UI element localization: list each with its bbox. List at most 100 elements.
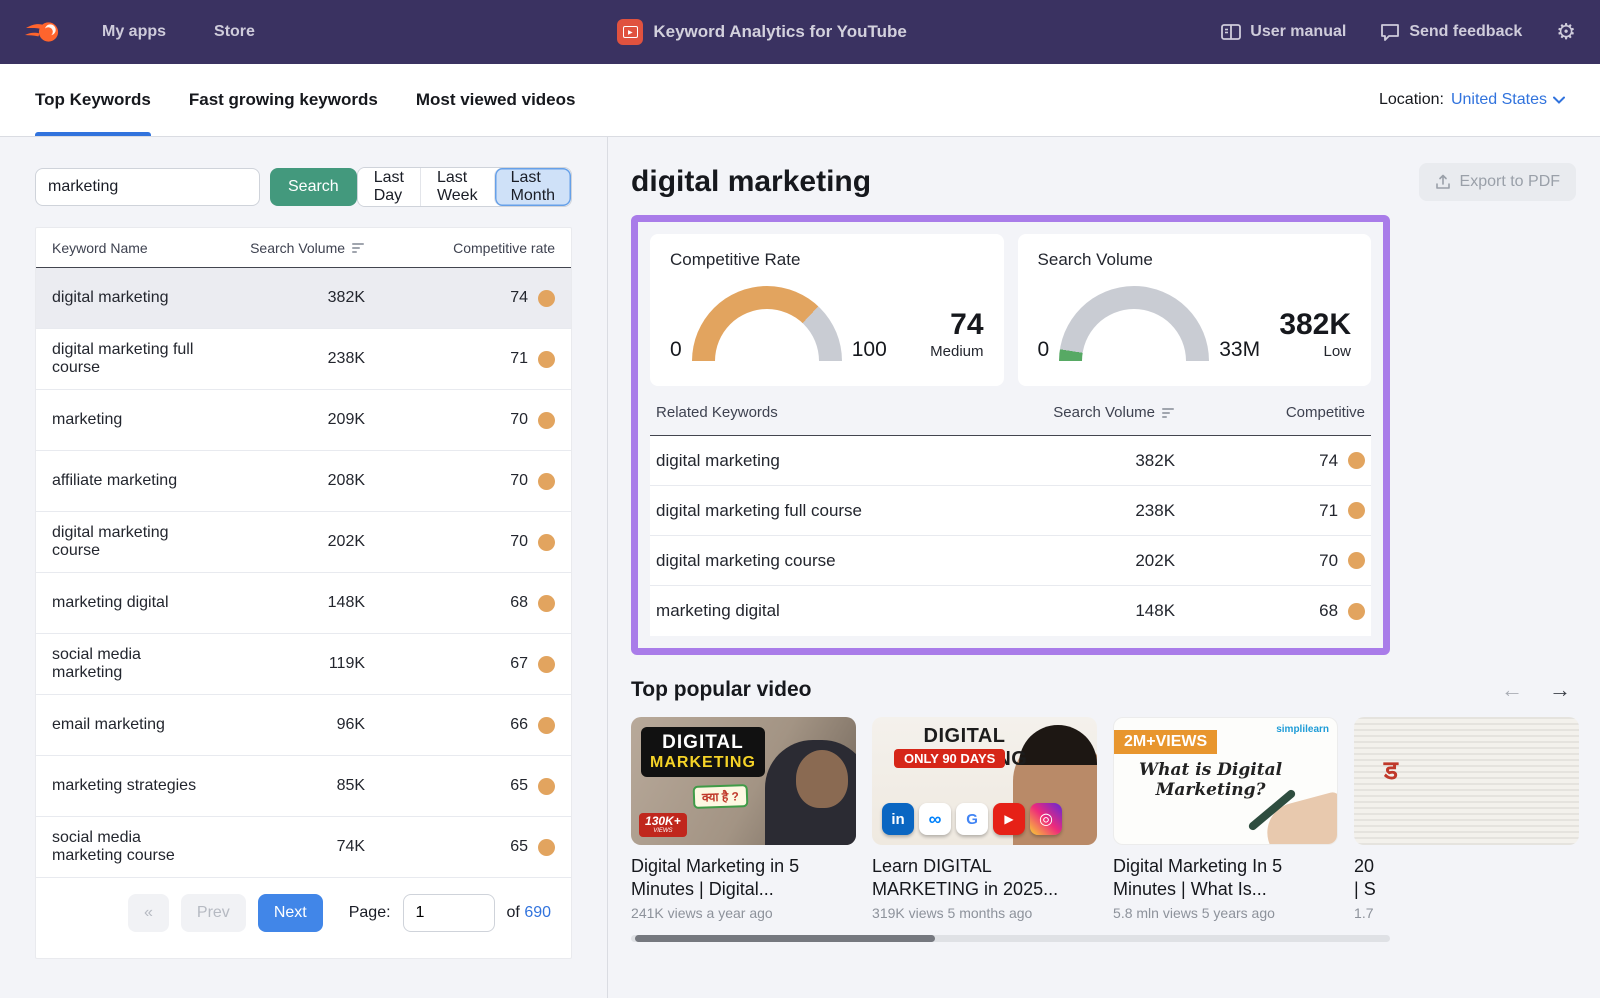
rate-dot	[538, 290, 555, 307]
keyword-cell: marketing	[52, 411, 215, 429]
table-row[interactable]: email marketing 96K 66	[36, 695, 571, 756]
rate-cell: 71	[510, 350, 528, 368]
table-row[interactable]: affiliate marketing 208K 70	[36, 451, 571, 512]
rate-cell: 70	[510, 472, 528, 490]
page-number-input[interactable]	[403, 894, 495, 932]
keyword-list-panel: Search Last Day Last Week Last Month Key…	[0, 137, 608, 998]
search-input[interactable]	[35, 168, 260, 206]
gauge-min: 0	[670, 339, 682, 362]
keyword-cell: digital marketing	[52, 289, 215, 307]
filter-last-month[interactable]: Last Month	[494, 168, 571, 206]
filter-last-week[interactable]: Last Week	[420, 168, 494, 206]
related-rate-cell: 74	[1319, 451, 1338, 471]
rate-dot	[538, 717, 555, 734]
semrush-logo[interactable]	[24, 19, 60, 45]
related-row[interactable]: digital marketing course 202K 70	[650, 536, 1371, 586]
table-row[interactable]: digital marketing course 202K 70	[36, 512, 571, 573]
keyword-cell: affiliate marketing	[52, 472, 215, 490]
user-manual-link[interactable]: User manual	[1221, 23, 1346, 41]
video-thumbnail: ड	[1354, 717, 1579, 845]
carousel-prev-icon[interactable]: ←	[1501, 677, 1523, 703]
tab-top-keywords[interactable]: Top Keywords	[35, 64, 151, 136]
volume-cell: 96K	[215, 716, 365, 734]
export-to-pdf-button[interactable]: Export to PDF	[1419, 163, 1576, 201]
user-manual-label: User manual	[1250, 23, 1346, 41]
table-row[interactable]: digital marketing 382K 74	[36, 268, 571, 329]
related-row[interactable]: marketing digital 148K 68	[650, 586, 1371, 636]
keyword-overview-highlight-box: Competitive Rate 0 100 74 Medi	[631, 215, 1390, 655]
scrollbar-thumb[interactable]	[635, 935, 935, 942]
rate-cell: 65	[510, 838, 528, 856]
video-title: Digital Marketing in 5 Minutes | Digital…	[631, 855, 856, 902]
table-row[interactable]: digital marketing full course 238K 71	[36, 329, 571, 390]
nav-store[interactable]: Store	[214, 23, 255, 41]
youtube-icon: ▶	[993, 803, 1025, 835]
table-row[interactable]: social media marketing course 74K 65	[36, 817, 571, 878]
brand-logo: simplilearn	[1276, 724, 1329, 735]
video-card[interactable]: ड 20 | S 1.7	[1354, 717, 1579, 921]
rate-dot	[1348, 552, 1365, 569]
related-keyword-cell: digital marketing	[656, 451, 975, 471]
keyword-cell: digital marketing full course	[52, 341, 215, 377]
carousel-scrollbar[interactable]	[631, 935, 1390, 942]
settings-gear-icon[interactable]: ⚙	[1556, 21, 1576, 43]
next-page-button[interactable]: Next	[258, 894, 323, 932]
rate-cell: 70	[510, 533, 528, 551]
related-volume-cell: 238K	[975, 501, 1175, 521]
video-meta: 5.8 mln views 5 years ago	[1113, 905, 1338, 921]
app-title: Keyword Analytics for YouTube	[653, 22, 906, 42]
header-related-keywords: Related Keywords	[656, 404, 975, 421]
location-value-dropdown[interactable]: United States	[1451, 91, 1565, 109]
rate-dot	[538, 412, 555, 429]
header-related-competitive: Competitive	[1175, 404, 1365, 421]
first-page-button[interactable]: «	[128, 894, 169, 932]
carousel-next-icon[interactable]: →	[1549, 677, 1571, 703]
table-row[interactable]: marketing digital 148K 68	[36, 573, 571, 634]
filter-last-day[interactable]: Last Day	[358, 168, 420, 206]
volume-cell: 119K	[215, 655, 365, 673]
page-label: Page:	[349, 904, 391, 922]
total-pages[interactable]: 690	[524, 904, 551, 921]
rate-dot	[1348, 502, 1365, 519]
tab-fast-growing-keywords[interactable]: Fast growing keywords	[189, 64, 378, 136]
rate-dot	[1348, 603, 1365, 620]
video-card[interactable]: DIGITAL MARKETING ONLY 90 DAYS in ∞ G ▶ …	[872, 717, 1097, 921]
related-row[interactable]: digital marketing 382K 74	[650, 436, 1371, 486]
competitive-rate-tag: Medium	[930, 343, 983, 360]
related-keyword-cell: digital marketing full course	[656, 501, 975, 521]
volume-cell: 238K	[215, 350, 365, 368]
time-filter-group: Last Day Last Week Last Month	[357, 167, 572, 207]
thumb-band: ONLY 90 DAYS	[894, 749, 1005, 768]
tab-most-viewed-videos[interactable]: Most viewed videos	[416, 64, 576, 136]
sort-icon[interactable]	[351, 242, 365, 254]
video-title: Digital Marketing In 5 Minutes | What Is…	[1113, 855, 1338, 902]
of-label: of	[507, 904, 520, 921]
send-feedback-label: Send feedback	[1409, 23, 1522, 41]
prev-page-button[interactable]: Prev	[181, 894, 246, 932]
export-icon	[1435, 174, 1451, 190]
send-feedback-link[interactable]: Send feedback	[1380, 23, 1522, 41]
related-row[interactable]: digital marketing full course 238K 71	[650, 486, 1371, 536]
location-selector: Location: United States	[1379, 64, 1565, 136]
competitive-rate-value: 74	[930, 309, 983, 341]
video-thumbnail: DIGITAL MARKETING क्या है ? 130K+VIEWS	[631, 717, 856, 845]
video-card[interactable]: 2M+VIEWS simplilearn What is Digital Mar…	[1113, 717, 1338, 921]
header-competitive-rate: Competitive rate	[365, 240, 555, 256]
tabs-bar: Top Keywords Fast growing keywords Most …	[0, 64, 1600, 137]
person-silhouette	[765, 740, 856, 845]
sort-icon[interactable]	[1161, 407, 1175, 419]
rate-dot	[538, 656, 555, 673]
rate-cell: 66	[510, 716, 528, 734]
related-keyword-cell: digital marketing course	[656, 551, 975, 571]
table-row[interactable]: marketing 209K 70	[36, 390, 571, 451]
rate-cell: 68	[510, 594, 528, 612]
search-button[interactable]: Search	[270, 168, 357, 206]
table-row[interactable]: social media marketing 119K 67	[36, 634, 571, 695]
volume-cell: 74K	[215, 838, 365, 856]
video-card[interactable]: DIGITAL MARKETING क्या है ? 130K+VIEWS D…	[631, 717, 856, 921]
nav-my-apps[interactable]: My apps	[102, 23, 166, 41]
competitive-rate-gauge	[692, 286, 842, 362]
table-row[interactable]: marketing strategies 85K 65	[36, 756, 571, 817]
views-badge: 130K+	[645, 814, 681, 828]
rate-cell: 70	[510, 411, 528, 429]
